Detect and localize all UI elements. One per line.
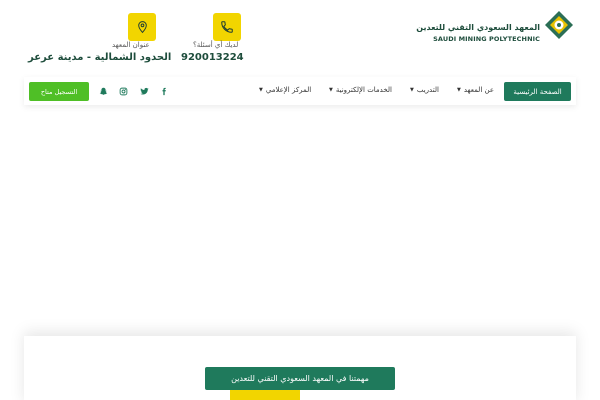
instagram-icon — [119, 87, 127, 95]
address-caption: عنوان المعهد — [112, 41, 150, 49]
phone-icon — [221, 21, 233, 33]
chevron-down-icon: ▼ — [329, 87, 333, 93]
nav-item-e-services[interactable]: الخدمات الإلكترونية ▼ — [329, 86, 392, 94]
twitter-link[interactable] — [135, 82, 153, 100]
facebook-link[interactable] — [155, 82, 173, 100]
location-pin-icon — [137, 21, 147, 34]
nav-home-button[interactable]: الصفحة الرئيسية — [504, 82, 571, 101]
nav-item-training[interactable]: التدريب ▼ — [410, 86, 439, 94]
yellow-accent-tab — [230, 390, 300, 400]
logo-name-ar: المعهد السعودي التقني للتعدين — [416, 23, 540, 32]
facebook-icon — [162, 87, 166, 95]
address-value: الحدود الشمالية - مدينة عرعر — [28, 52, 172, 63]
registration-button[interactable]: التسجيل متاح — [29, 82, 89, 101]
snapchat-icon — [99, 87, 107, 95]
mission-card: مهمتنا في المعهد السعودي التقني للتعدين — [24, 336, 576, 400]
twitter-icon — [139, 87, 149, 95]
nav-item-label: التدريب — [416, 86, 439, 94]
nav-item-media-center[interactable]: المركز الإعلامي ▼ — [259, 86, 311, 94]
nav-item-about[interactable]: عن المعهد ▼ — [457, 86, 494, 94]
institute-logo-icon — [545, 11, 573, 39]
phone-caption: لديك أي أسئلة؟ — [193, 41, 239, 49]
nav-item-label: عن المعهد — [463, 86, 494, 94]
nav-item-label: المركز الإعلامي — [265, 86, 312, 94]
chevron-down-icon: ▼ — [457, 87, 461, 93]
mission-button[interactable]: مهمتنا في المعهد السعودي التقني للتعدين — [205, 367, 395, 390]
phone-number[interactable]: 920013224 — [181, 52, 244, 63]
snapchat-link[interactable] — [94, 82, 112, 100]
main-nav: الصفحة الرئيسية عن المعهد ▼ التدريب ▼ ال… — [24, 77, 576, 105]
nav-item-label: الخدمات الإلكترونية — [335, 86, 392, 94]
chevron-down-icon: ▼ — [410, 87, 414, 93]
location-icon-box — [128, 13, 156, 41]
logo-name-en: SAUDI MINING POLYTECHNIC — [433, 35, 540, 43]
phone-icon-box — [213, 13, 241, 41]
instagram-link[interactable] — [114, 82, 132, 100]
chevron-down-icon: ▼ — [259, 87, 263, 93]
site-logo[interactable]: المعهد السعودي التقني للتعدين SAUDI MINI… — [416, 10, 574, 48]
